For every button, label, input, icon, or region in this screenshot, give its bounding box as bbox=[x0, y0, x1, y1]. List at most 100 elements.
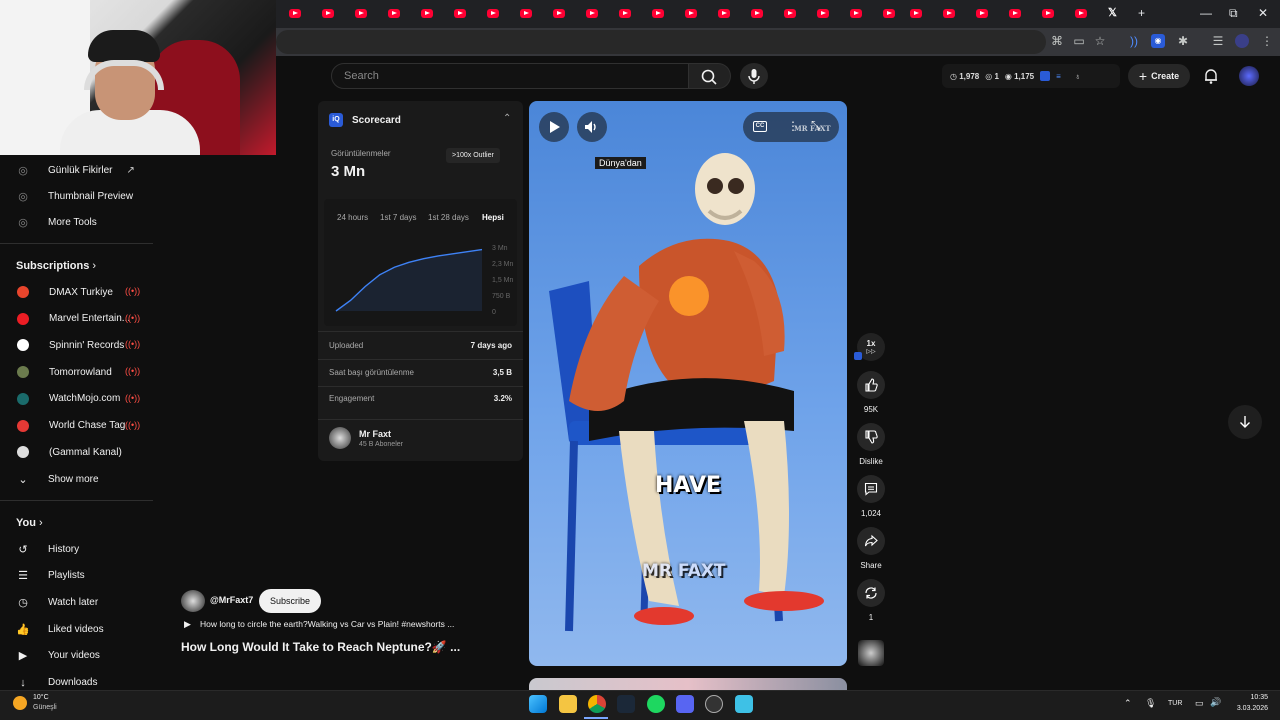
new-tab-button[interactable]: + bbox=[1138, 6, 1145, 20]
time-range-tab[interactable]: Hepsi bbox=[482, 213, 504, 222]
remix-button[interactable] bbox=[857, 579, 885, 607]
chrome-icon[interactable] bbox=[588, 695, 606, 713]
tray-chevron-up-icon[interactable]: ⌃ bbox=[1124, 698, 1132, 709]
browser-tab[interactable] bbox=[976, 7, 990, 19]
notifications-bell-icon[interactable] bbox=[1202, 67, 1220, 90]
subscribe-button[interactable]: Subscribe bbox=[259, 589, 321, 613]
sound-thumbnail[interactable] bbox=[858, 640, 884, 666]
browser-tab[interactable] bbox=[553, 7, 567, 19]
collapse-chevron-icon[interactable]: ⌃ bbox=[503, 113, 511, 124]
x-tab-icon[interactable]: 𝕏 bbox=[1108, 6, 1118, 19]
sidebar-item-liked-videos[interactable]: 👍 Liked videos bbox=[16, 619, 103, 639]
sidebar-item-your-videos[interactable]: ▶ Your videos bbox=[16, 646, 100, 666]
sidebar-subscription[interactable]: WatchMojo.com bbox=[16, 389, 120, 409]
browser-tab[interactable] bbox=[910, 7, 924, 19]
sidebar-subscription[interactable]: Spinnin' Records bbox=[16, 335, 124, 355]
tray-mic-icon[interactable]: 🎙 bbox=[1145, 698, 1156, 709]
profile-avatar[interactable] bbox=[1235, 34, 1249, 48]
browser-tab[interactable] bbox=[784, 7, 798, 19]
sidebar-item-thumbnail-preview[interactable]: ◎ Thumbnail Preview bbox=[16, 186, 133, 206]
minimize-button[interactable]: — bbox=[1200, 6, 1212, 20]
video-player[interactable]: CC ⋮ ⤡ MR FAXT Dünya'dan HAVE MR FAXT bbox=[529, 101, 847, 666]
browser-tab[interactable] bbox=[883, 7, 897, 19]
lines-icon[interactable]: ≡ bbox=[1056, 72, 1061, 81]
sidebar-subscription[interactable]: DMAX Turkiye bbox=[16, 282, 113, 302]
browser-tab[interactable] bbox=[685, 7, 699, 19]
browser-tab[interactable] bbox=[943, 7, 957, 19]
sidebar-subscription[interactable]: Tomorrowland bbox=[16, 362, 112, 382]
time-range-tab[interactable]: 24 hours bbox=[337, 213, 368, 222]
language-indicator[interactable]: TUR bbox=[1168, 700, 1182, 707]
display-icon[interactable]: ▭ bbox=[1195, 698, 1204, 709]
browser-tab[interactable] bbox=[817, 7, 831, 19]
discord-icon[interactable] bbox=[676, 695, 694, 713]
account-avatar[interactable] bbox=[1239, 66, 1259, 86]
show-more-button[interactable]: ⌄ Show more bbox=[16, 469, 98, 489]
play-button[interactable] bbox=[539, 112, 569, 142]
sidebar-subscription[interactable]: Marvel Entertain... bbox=[16, 309, 130, 329]
windows-start-icon[interactable] bbox=[529, 695, 547, 713]
reading-list-icon[interactable]: ☰ bbox=[1211, 34, 1225, 48]
extension-audio-icon[interactable]: )) bbox=[1127, 34, 1141, 48]
restore-button[interactable]: ⧉ bbox=[1229, 6, 1238, 21]
share-button[interactable] bbox=[857, 527, 885, 555]
channel-handle[interactable]: @MrFaxt7 bbox=[210, 595, 253, 605]
browser-tab[interactable] bbox=[718, 7, 732, 19]
menu-dots-icon[interactable]: ⋮ bbox=[1260, 34, 1274, 48]
channel-avatar[interactable] bbox=[329, 427, 351, 449]
extensions-puzzle-icon[interactable]: ✱ bbox=[1176, 34, 1190, 48]
channel-name[interactable]: Mr Faxt bbox=[359, 429, 391, 439]
sidebar-item-history[interactable]: ↺ History bbox=[16, 539, 79, 559]
voice-search-button[interactable] bbox=[740, 63, 768, 89]
obs-icon[interactable] bbox=[705, 695, 723, 713]
like-button[interactable] bbox=[857, 371, 885, 399]
notepad-icon[interactable] bbox=[735, 695, 753, 713]
browser-tab[interactable] bbox=[487, 7, 501, 19]
browser-tab[interactable] bbox=[652, 7, 666, 19]
clock-time[interactable]: 10:35 bbox=[1236, 694, 1268, 701]
bookmark-star-icon[interactable]: ☆ bbox=[1093, 34, 1107, 48]
browser-tab[interactable] bbox=[586, 7, 600, 19]
volume-button[interactable] bbox=[577, 112, 607, 142]
time-range-tab[interactable]: 1st 28 days bbox=[428, 213, 469, 222]
cast-icon[interactable]: ▭ bbox=[1072, 34, 1086, 48]
browser-tab[interactable] bbox=[619, 7, 633, 19]
related-video-link[interactable]: How long to circle the earth?Walking vs … bbox=[200, 619, 454, 629]
dislike-button[interactable] bbox=[857, 423, 885, 451]
sidebar-subscription[interactable]: World Chase Tag bbox=[16, 416, 125, 436]
browser-tab[interactable] bbox=[421, 7, 435, 19]
you-heading[interactable]: You › bbox=[16, 517, 43, 529]
browser-tab[interactable] bbox=[322, 7, 336, 19]
sidebar-item-gunluk-fikirler[interactable]: ◎ Günlük Fikirler ↗ bbox=[16, 160, 135, 180]
channel-avatar[interactable] bbox=[181, 590, 205, 612]
file-explorer-icon[interactable] bbox=[559, 695, 577, 713]
next-video-button[interactable] bbox=[1228, 405, 1262, 439]
browser-tab[interactable] bbox=[1075, 7, 1089, 19]
browser-tab[interactable] bbox=[751, 7, 765, 19]
browser-tab[interactable] bbox=[454, 7, 468, 19]
browser-tab[interactable] bbox=[1009, 7, 1023, 19]
browser-tab[interactable] bbox=[355, 7, 369, 19]
omnibox[interactable] bbox=[276, 30, 1046, 54]
sidebar-item-watch-later[interactable]: ◷ Watch later bbox=[16, 592, 98, 612]
trophy-icon[interactable]: ♁ bbox=[1075, 72, 1081, 81]
subscriptions-heading[interactable]: Subscriptions › bbox=[16, 260, 96, 272]
spotify-icon[interactable] bbox=[647, 695, 665, 713]
iq-icon[interactable] bbox=[1040, 71, 1051, 81]
search-input[interactable]: Search bbox=[331, 63, 689, 89]
extension-iq-icon[interactable]: ◉ bbox=[1151, 34, 1165, 48]
create-button[interactable]: + Create bbox=[1128, 64, 1190, 88]
captions-button[interactable]: CC bbox=[753, 121, 767, 132]
browser-tab[interactable] bbox=[289, 7, 303, 19]
translate-icon[interactable]: ⌘ bbox=[1050, 34, 1064, 48]
browser-tab[interactable] bbox=[850, 7, 864, 19]
time-range-tab[interactable]: 1st 7 days bbox=[380, 213, 416, 222]
sidebar-item-playlists[interactable]: ☰ Playlists bbox=[16, 566, 85, 586]
sidebar-subscription[interactable]: (Gammal Kanal) bbox=[16, 442, 122, 462]
weather-temp[interactable]: 10°C bbox=[33, 694, 49, 701]
browser-tab[interactable] bbox=[388, 7, 402, 19]
close-window-button[interactable]: ✕ bbox=[1258, 6, 1268, 20]
sidebar-item-more-tools[interactable]: ◎ More Tools bbox=[16, 212, 97, 232]
browser-tab[interactable] bbox=[520, 7, 534, 19]
comments-button[interactable] bbox=[857, 475, 885, 503]
